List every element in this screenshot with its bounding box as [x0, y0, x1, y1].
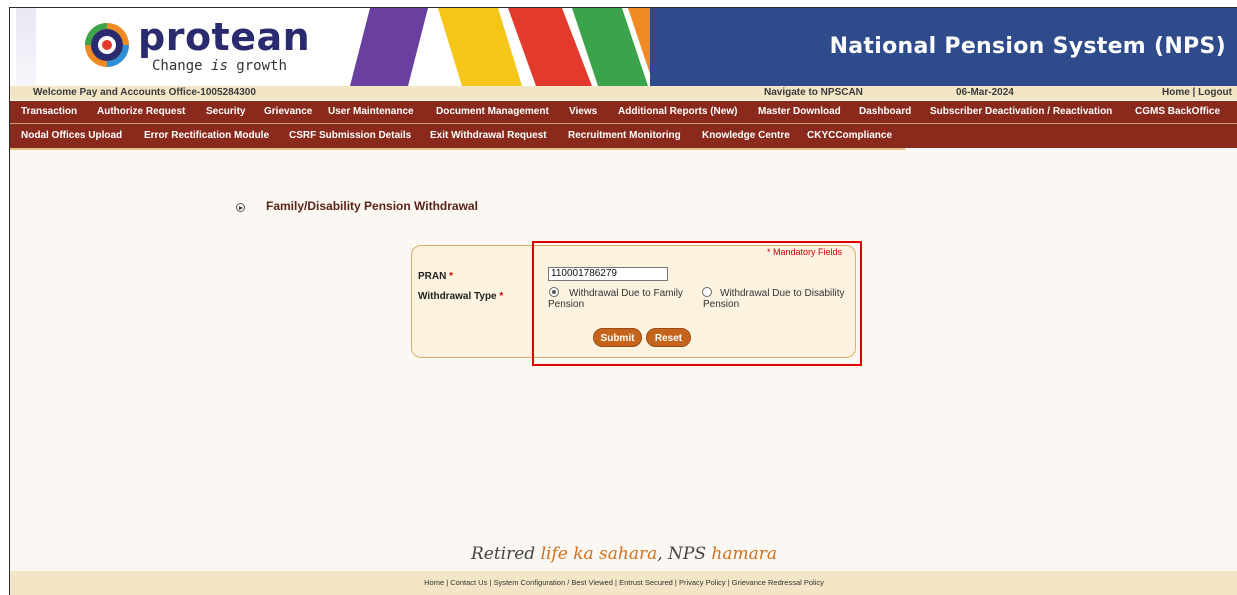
- menu-recruitment-monitoring[interactable]: Recruitment Monitoring: [568, 130, 681, 141]
- required-mark: *: [449, 271, 454, 282]
- brand-tagline-suffix: growth: [227, 58, 287, 74]
- menu-views[interactable]: Views: [569, 106, 597, 117]
- menu-ckyc-compliance[interactable]: CKYCCompliance: [807, 130, 892, 141]
- current-date: 06-Mar-2024: [956, 87, 1014, 98]
- menu-cgms-backoffice[interactable]: CGMS BackOffice: [1135, 106, 1220, 117]
- menu-exit-withdrawal-request[interactable]: Exit Withdrawal Request: [430, 130, 547, 141]
- main-menu-row-1: Transaction Authorize Request Security G…: [10, 101, 1237, 123]
- menu-dashboard[interactable]: Dashboard: [859, 106, 911, 117]
- menu-authorize-request[interactable]: Authorize Request: [97, 106, 185, 117]
- app-frame: protean Change is growth National Pensio…: [9, 7, 1237, 595]
- menu-underline: [10, 148, 905, 150]
- brand-tagline: Change is growth: [152, 58, 287, 74]
- protean-logo-icon: [85, 23, 129, 67]
- navigate-npscan-link[interactable]: Navigate to NPSCAN: [764, 87, 863, 98]
- menu-nodal-offices-upload[interactable]: Nodal Offices Upload: [21, 130, 122, 141]
- tagline-part-4: hamara: [711, 544, 778, 564]
- pran-label-text: PRAN: [418, 271, 447, 282]
- site-title: National Pension System (NPS): [829, 34, 1226, 59]
- menu-master-download[interactable]: Master Download: [758, 106, 841, 117]
- main-menu-row-2: Nodal Offices Upload Error Rectification…: [10, 124, 1237, 148]
- menu-error-rectification[interactable]: Error Rectification Module: [144, 130, 269, 141]
- pran-label: PRAN *: [418, 271, 453, 282]
- menu-document-management[interactable]: Document Management: [436, 106, 549, 117]
- withdrawal-type-label: Withdrawal Type *: [418, 291, 503, 302]
- footer-tagline: Retired life ka sahara, NPS hamara: [10, 544, 1237, 564]
- brand-tagline-italic: is: [211, 58, 228, 74]
- header-banner: protean Change is growth National Pensio…: [10, 8, 1237, 86]
- title-bar: National Pension System (NPS): [650, 8, 1237, 86]
- tagline-part-1: Retired: [470, 544, 541, 564]
- brand-name: protean: [138, 15, 311, 59]
- page-title: Family/Disability Pension Withdrawal: [266, 199, 478, 213]
- brand-tagline-prefix: Change: [152, 58, 212, 74]
- welcome-text: Welcome Pay and Accounts Office-10052843…: [33, 87, 256, 98]
- withdrawal-type-label-text: Withdrawal Type: [418, 291, 497, 302]
- menu-knowledge-centre[interactable]: Knowledge Centre: [702, 130, 790, 141]
- welcome-strip: Welcome Pay and Accounts Office-10052843…: [10, 86, 1237, 100]
- menu-transaction[interactable]: Transaction: [21, 106, 77, 117]
- tagline-part-3: , NPS: [657, 544, 712, 564]
- highlight-box: [532, 241, 862, 366]
- menu-grievance[interactable]: Grievance: [264, 106, 312, 117]
- menu-security[interactable]: Security: [206, 106, 245, 117]
- footer-links[interactable]: Home | Contact Us | System Configuration…: [10, 578, 1237, 587]
- required-mark: *: [499, 291, 504, 302]
- menu-user-maintenance[interactable]: User Maintenance: [328, 106, 414, 117]
- tagline-part-2: life ka sahara: [540, 544, 658, 564]
- menu-subscriber-deactivation[interactable]: Subscriber Deactivation / Reactivation: [930, 106, 1112, 117]
- heading-bullet-icon: [236, 203, 245, 212]
- menu-csrf-submission[interactable]: CSRF Submission Details: [289, 130, 411, 141]
- menu-additional-reports[interactable]: Additional Reports (New): [618, 106, 737, 117]
- home-logout-links[interactable]: Home | Logout: [1162, 87, 1232, 98]
- logo-side-strip: [16, 8, 36, 86]
